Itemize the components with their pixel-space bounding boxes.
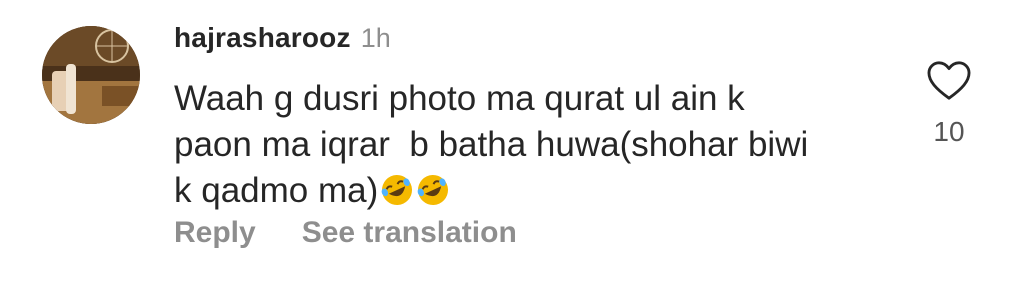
see-translation-button[interactable]: See translation <box>302 216 517 250</box>
avatar[interactable] <box>42 26 140 124</box>
comment-line-1: Waah g dusri photo ma qurat ul ain k <box>174 79 745 118</box>
laughing-emoji-icon <box>381 175 413 205</box>
reply-button[interactable]: Reply <box>174 216 256 250</box>
like-column: 10 <box>924 60 974 148</box>
laughing-emoji-icon <box>417 175 449 205</box>
heart-icon[interactable] <box>926 60 972 102</box>
username[interactable]: hajrasharooz <box>174 22 351 54</box>
comment-body: hajrasharooz 1h Waah g dusri photo ma qu… <box>174 22 894 214</box>
comment-header: hajrasharooz 1h <box>174 22 894 62</box>
comment-actions: Reply See translation <box>174 216 517 250</box>
avatar-photo <box>42 26 140 124</box>
comment-item: hajrasharooz 1h Waah g dusri photo ma qu… <box>0 0 1024 281</box>
comment-text: Waah g dusri photo ma qurat ul ain k pao… <box>174 76 894 214</box>
comment-line-2: paon ma iqrar b batha huwa(shohar biwi <box>174 125 809 164</box>
comment-line-3: k qadmo ma) <box>174 171 379 210</box>
like-count: 10 <box>933 116 965 147</box>
timestamp: 1h <box>360 23 391 53</box>
